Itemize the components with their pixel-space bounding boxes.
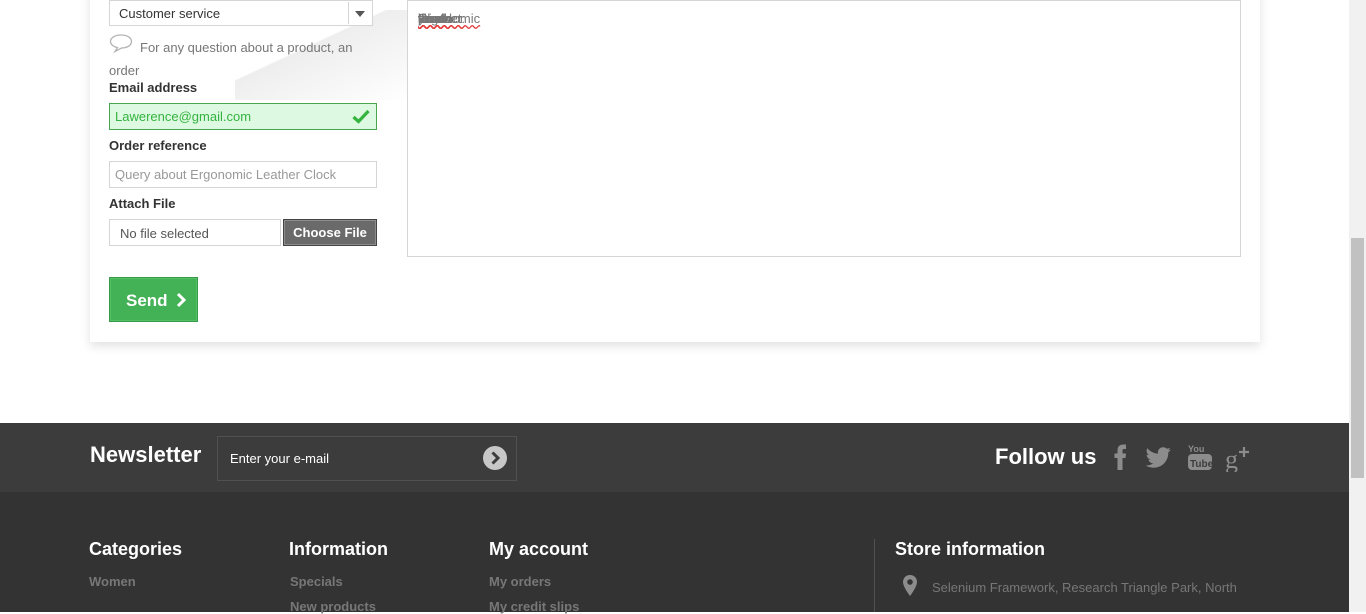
footer-link-my-orders[interactable]: My orders	[489, 574, 551, 589]
email-label: Email address	[109, 80, 198, 95]
chevron-right-icon	[176, 292, 186, 308]
twitter-icon[interactable]	[1144, 442, 1174, 472]
chevron-down-icon[interactable]	[348, 2, 371, 24]
youtube-icon[interactable]: You Tube	[1186, 442, 1214, 472]
message-textarea[interactable]: I would like to know if you have this pr…	[407, 0, 1241, 257]
order-reference-field[interactable]: Query about Ergonomic Leather Clock	[109, 161, 377, 188]
subject-heading-value: Customer service	[119, 6, 221, 21]
google-plus-icon[interactable]: g	[1224, 442, 1254, 472]
order-reference-label: Order reference	[109, 138, 207, 153]
facebook-icon[interactable]	[1110, 442, 1130, 472]
email-field[interactable]: Lawerence@gmail.com	[109, 103, 377, 130]
newsletter-title: Newsletter	[90, 442, 202, 467]
map-pin-icon	[903, 575, 917, 596]
footer-link-women[interactable]: Women	[89, 574, 136, 589]
scrollbar-thumb[interactable]	[1351, 238, 1364, 478]
file-status-text: No file selected	[120, 226, 209, 241]
follow-us-title: Follow us	[995, 444, 1097, 469]
arrow-circle-right-icon[interactable]	[482, 445, 508, 471]
footer-store-information-title: Store information	[895, 539, 1046, 559]
newsletter-email-input[interactable]: Enter your e-mail	[217, 436, 517, 481]
footer-information-title: Information	[289, 539, 388, 559]
store-address: Selenium Framework, Research Triangle Pa…	[932, 580, 1237, 595]
subject-hint-text: For any question about a product, an ord…	[109, 40, 353, 78]
footer-link-specials[interactable]: Specials	[290, 574, 343, 589]
footer-categories-title: Categories	[89, 539, 183, 559]
checkmark-icon	[352, 109, 370, 124]
file-name-display[interactable]: No file selected	[109, 219, 281, 246]
attach-file-label: Attach File	[109, 196, 176, 211]
svg-text:Tube: Tube	[1190, 459, 1214, 470]
subject-heading-select[interactable]: Customer service	[109, 0, 373, 26]
choose-file-button[interactable]: Choose File	[283, 219, 377, 246]
email-value: Lawerence@gmail.com	[115, 109, 252, 124]
footer-my-account-title: My account	[489, 539, 589, 559]
send-button[interactable]: Send	[109, 277, 198, 322]
send-button-label: Send	[126, 291, 168, 310]
svg-text:You: You	[1188, 444, 1204, 454]
newsletter-placeholder: Enter your e-mail	[230, 451, 329, 466]
order-reference-value: Query about Ergonomic Leather Clock	[115, 167, 337, 182]
svg-text:g: g	[1225, 445, 1238, 472]
footer-divider	[874, 539, 875, 612]
